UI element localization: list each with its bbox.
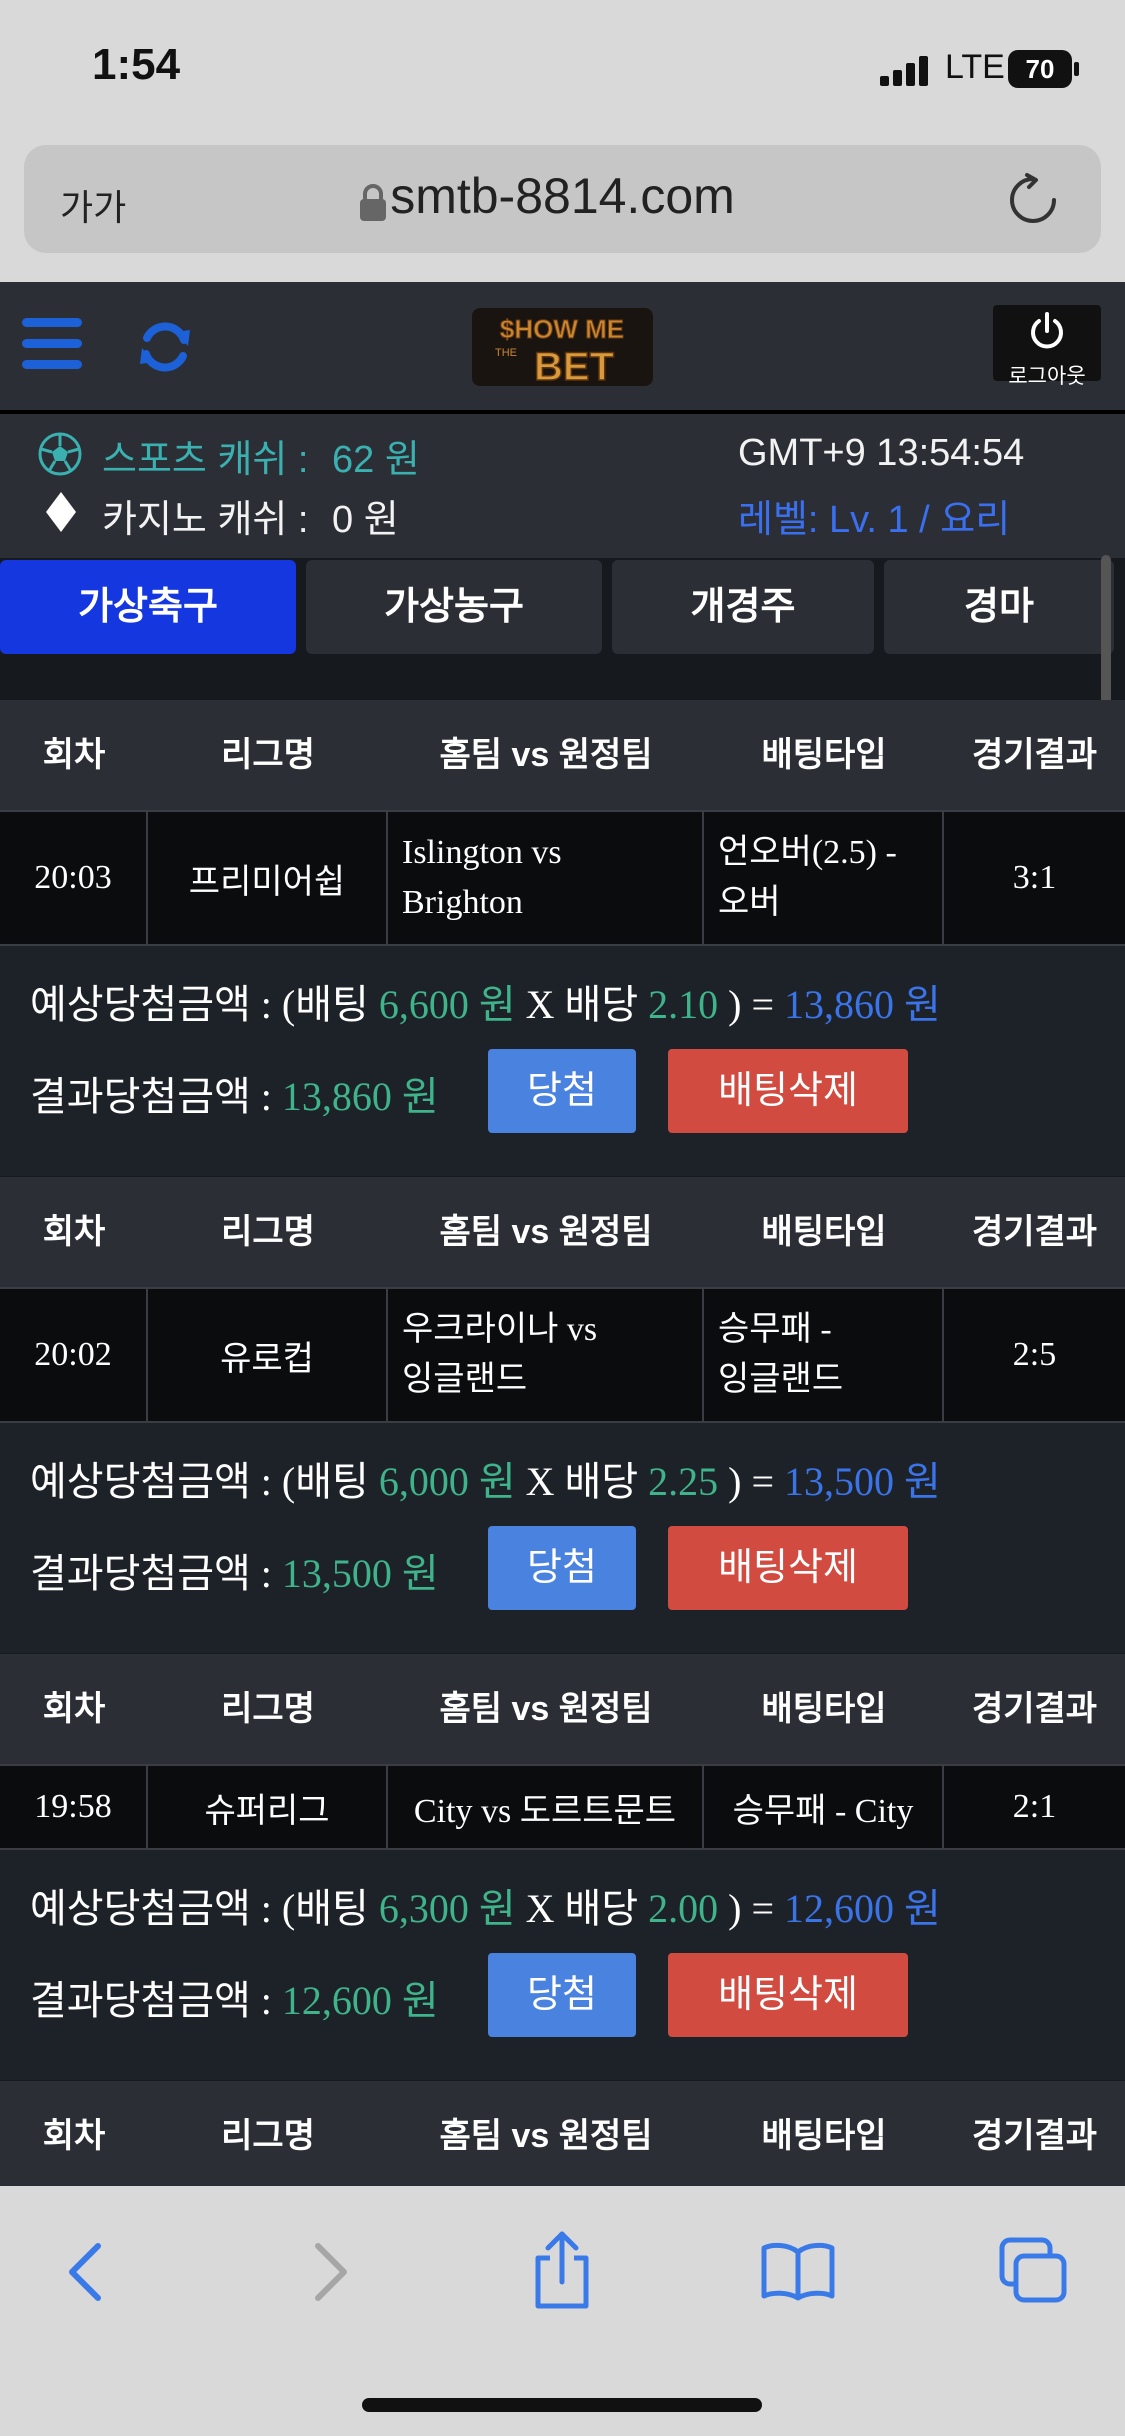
server-clock: GMT+9 13:54:54 — [738, 432, 1025, 474]
table-header: 회차 리그명 홈팀 vs 원정팀 배팅타입 경기결과 — [0, 1177, 1125, 1287]
expected-payout: 예상당첨금액 : (배팅 6,600 원 X 배당 2.10 ) = 13,86… — [30, 982, 941, 1027]
score-cell: 3:1 — [1012, 859, 1057, 896]
tab-dog-racing[interactable]: 개경주 — [612, 560, 874, 654]
league-cell: 프리미어쉽 — [148, 812, 388, 944]
account-info: 스포츠 캐쉬 : 62 원 카지노 캐쉬 : 0 원 GMT+9 13:54:5… — [0, 414, 1125, 558]
home-indicator[interactable] — [362, 2398, 762, 2412]
payout-panel: 예상당첨금액 : (배팅 6,300 원 X 배당 2.00 ) = 12,60… — [0, 1850, 1125, 2080]
teams-cell: Islington vs Brighton — [388, 812, 704, 944]
win-button[interactable]: 당첨 — [488, 1953, 636, 2037]
table-row: 20:03 프리미어쉽 Islington vs Brighton 언오버(2.5… — [0, 810, 1125, 946]
sports-cash-label: 스포츠 캐쉬 : — [102, 439, 309, 481]
teams-cell: 우크라이나 vs 잉글랜드 — [388, 1289, 704, 1421]
tab-virtual-basketball[interactable]: 가상농구 — [306, 560, 602, 654]
reload-icon[interactable] — [1007, 173, 1059, 227]
table-header: 회차 리그명 홈팀 vs 원정팀 배팅타입 경기결과 — [0, 1654, 1125, 1764]
round-cell: 19:58 — [0, 1766, 148, 1848]
tabs-icon[interactable] — [998, 2236, 1070, 2306]
site-header: $HOW ME THE BET — [0, 282, 1125, 410]
diamond-icon — [46, 492, 76, 532]
result-payout: 결과당첨금액 : 12,600 원 — [30, 1978, 439, 2023]
share-icon[interactable] — [530, 2230, 594, 2310]
delete-bet-button[interactable]: 배팅삭제 — [668, 1049, 908, 1133]
status-bar: 1:54 LTE 70 — [0, 0, 1125, 140]
svg-text:THE: THE — [495, 347, 517, 359]
bet-type-cell: 승무패 - City — [704, 1766, 944, 1848]
bet-type-cell: 언오버(2.5) - 오버 — [704, 812, 944, 944]
forward-icon[interactable] — [308, 2242, 352, 2302]
table-row: 20:02 유로컵 우크라이나 vs 잉글랜드 승무패 - 잉글랜드 2:5 — [0, 1287, 1125, 1423]
table-header: 회차 리그명 홈팀 vs 원정팀 배팅타입 경기결과 — [0, 2081, 1125, 2186]
round-cell: 20:03 — [0, 812, 148, 944]
tab-horse-racing[interactable]: 경마 — [884, 560, 1114, 654]
casino-cash-value: 0 원 — [332, 499, 399, 541]
table-header: 회차 리그명 홈팀 vs 원정팀 배팅타입 경기결과 — [0, 700, 1125, 810]
user-level: 레벨: Lv. 1 / 요리 — [738, 499, 1011, 541]
site-logo[interactable]: $HOW ME THE BET — [470, 304, 655, 390]
network-type: LTE — [945, 48, 1005, 86]
menu-icon[interactable] — [22, 318, 82, 381]
address-bar[interactable]: 가가 smtb-8814.com — [24, 145, 1101, 253]
delete-bet-button[interactable]: 배팅삭제 — [668, 1526, 908, 1610]
delete-bet-button[interactable]: 배팅삭제 — [668, 1953, 908, 2037]
svg-text:BET: BET — [534, 345, 614, 389]
score-cell: 2:1 — [1012, 1788, 1057, 1825]
logout-label: 로그아웃 — [1008, 365, 1086, 388]
svg-text:$HOW ME: $HOW ME — [500, 314, 624, 344]
casino-cash-label: 카지노 캐쉬 : — [102, 499, 309, 541]
power-icon — [1031, 312, 1063, 349]
back-icon[interactable] — [64, 2242, 108, 2302]
sports-cash-value: 62 원 — [332, 439, 420, 481]
win-button[interactable]: 당첨 — [488, 1049, 636, 1133]
signal-icon — [880, 54, 928, 86]
teams-cell: City vs 도르트문트 — [388, 1766, 704, 1848]
lock-icon — [360, 184, 386, 221]
payout-panel: 예상당첨금액 : (배팅 6,600 원 X 배당 2.10 ) = 13,86… — [0, 946, 1125, 1176]
battery-icon: 70 — [1008, 50, 1072, 88]
league-cell: 슈퍼리그 — [148, 1766, 388, 1848]
logout-button[interactable]: 로그아웃 — [993, 305, 1101, 388]
expected-payout: 예상당첨금액 : (배팅 6,000 원 X 배당 2.25 ) = 13,50… — [30, 1459, 941, 1504]
bet-type-cell: 승무패 - 잉글랜드 — [704, 1289, 944, 1421]
refresh-icon[interactable] — [138, 318, 192, 376]
game-tabs: 가상축구 가상농구 개경주 경마 — [0, 558, 1125, 698]
url-text[interactable]: smtb-8814.com — [24, 167, 1101, 225]
bookmarks-icon[interactable] — [760, 2240, 836, 2302]
round-cell: 20:02 — [0, 1289, 148, 1421]
tab-virtual-soccer[interactable]: 가상축구 — [0, 560, 296, 654]
table-row: 19:58 슈퍼리그 City vs 도르트문트 승무패 - City 2:1 — [0, 1764, 1125, 1850]
expected-payout: 예상당첨금액 : (배팅 6,300 원 X 배당 2.00 ) = 12,60… — [30, 1886, 941, 1931]
league-cell: 유로컵 — [148, 1289, 388, 1421]
payout-panel: 예상당첨금액 : (배팅 6,000 원 X 배당 2.25 ) = 13,50… — [0, 1423, 1125, 1653]
soccer-ball-icon — [38, 432, 82, 476]
status-time: 1:54 — [92, 40, 181, 89]
result-payout: 결과당첨금액 : 13,500 원 — [30, 1551, 439, 1596]
result-payout: 결과당첨금액 : 13,860 원 — [30, 1074, 439, 1119]
win-button[interactable]: 당첨 — [488, 1526, 636, 1610]
score-cell: 2:5 — [1012, 1336, 1057, 1373]
